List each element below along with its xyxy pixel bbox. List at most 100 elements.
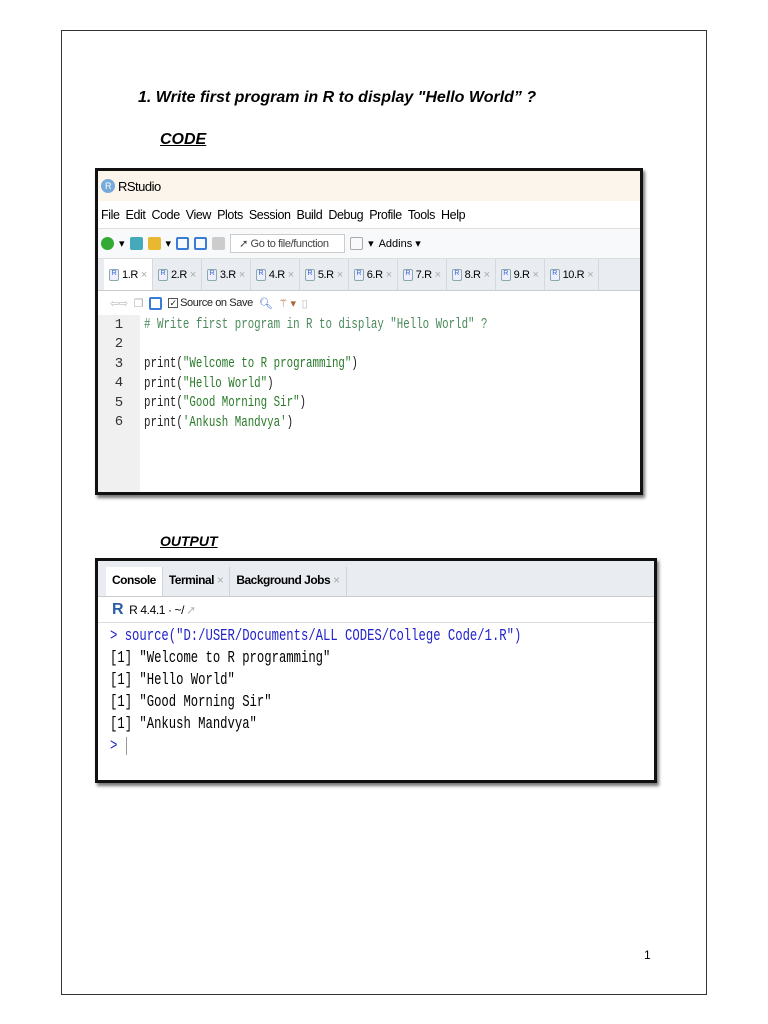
- search-icon[interactable]: 🔍︎: [259, 297, 273, 310]
- notebook-icon[interactable]: ▯: [302, 297, 308, 310]
- tab-5r[interactable]: R 5.R ×: [300, 259, 349, 290]
- addins-menu[interactable]: Addins ▾: [379, 237, 421, 250]
- line-number: 6: [98, 414, 140, 431]
- tab-label: 7.R: [415, 268, 432, 281]
- code-function: print(: [144, 355, 183, 373]
- grid-layout-icon[interactable]: [350, 237, 364, 250]
- tab-6r[interactable]: R 6.R ×: [349, 259, 398, 290]
- tab-9r[interactable]: R 9.R ×: [496, 259, 545, 290]
- console-output-line: [1] "Welcome to R programming": [110, 648, 331, 668]
- tab-3r[interactable]: R 3.R ×: [202, 259, 251, 290]
- close-icon[interactable]: ×: [288, 269, 294, 281]
- save-all-icon[interactable]: [194, 237, 208, 250]
- close-icon[interactable]: ×: [190, 269, 196, 281]
- r-logo-icon: R: [112, 600, 124, 618]
- editor-toolbar: ⇦⇨ ❐ ✓ Source on Save 🔍︎ ⚚ ▾ ▯: [98, 291, 640, 315]
- goto-placeholder: Go to file/function: [250, 238, 329, 250]
- show-in-window-icon[interactable]: ❐: [134, 297, 144, 310]
- tab-label: Background Jobs: [236, 573, 331, 587]
- r-file-icon: R: [157, 268, 168, 281]
- console-output-line: [1] "Good Morning Sir": [110, 692, 272, 712]
- tab-8r[interactable]: R 8.R ×: [447, 259, 496, 290]
- console-prompt[interactable]: >: [110, 737, 117, 756]
- code-editor[interactable]: 1 # Write first program in R to display "…: [98, 315, 640, 492]
- code-line: 2: [98, 335, 640, 355]
- menu-build[interactable]: Build: [297, 208, 323, 222]
- new-file-icon[interactable]: [101, 237, 114, 250]
- editor-tabs: R 1.R × R 2.R × R 3.R × R 4.R × R 5.R × R 6.R × R 7.R…: [98, 259, 640, 291]
- menu-profile[interactable]: Profile: [369, 208, 402, 222]
- dropdown-icon[interactable]: ▾: [166, 237, 172, 250]
- close-icon[interactable]: ×: [484, 269, 490, 281]
- code-line: 4 print("Hello World"): [98, 374, 640, 394]
- question-heading: 1. Write first program in R to display "…: [138, 89, 537, 106]
- code-string: "Welcome to R programming": [182, 355, 352, 373]
- console-tabs: Console Terminal × Background Jobs ×: [98, 561, 654, 597]
- new-project-icon[interactable]: [129, 237, 143, 250]
- console-output-line: [1] "Ankush Mandvya": [110, 714, 257, 734]
- tab-1r[interactable]: R 1.R ×: [104, 259, 153, 290]
- close-icon[interactable]: ×: [333, 573, 340, 587]
- r-version: R 4.4.1 · ~/: [129, 602, 185, 617]
- source-on-save-checkbox[interactable]: ✓ Source on Save: [168, 297, 253, 309]
- r-file-icon: R: [451, 268, 462, 281]
- console-command: > source("D:/USER/Documents/ALL CODES/Co…: [110, 626, 522, 646]
- r-version-bar: R R 4.4.1 · ~/➚: [98, 597, 654, 623]
- r-file-icon: R: [500, 268, 511, 281]
- close-icon[interactable]: ×: [386, 269, 392, 281]
- line-number: 3: [98, 355, 140, 372]
- tab-terminal[interactable]: Terminal ×: [163, 567, 231, 596]
- menu-session[interactable]: Session: [249, 208, 291, 222]
- close-icon[interactable]: ×: [533, 269, 539, 281]
- close-icon[interactable]: ×: [587, 269, 593, 281]
- code-string: "Hello World": [182, 374, 268, 392]
- rstudio-screenshot: R RStudio File Edit Code View Plots Sessi…: [95, 168, 643, 495]
- r-file-icon: R: [206, 268, 217, 281]
- close-icon[interactable]: ×: [141, 269, 147, 281]
- console-output[interactable]: > source("D:/USER/Documents/ALL CODES/Co…: [98, 623, 654, 757]
- r-file-icon: R: [255, 268, 266, 281]
- tab-label: 1.R: [122, 268, 138, 281]
- code-paren: ): [267, 374, 274, 392]
- code-function: print(: [144, 413, 183, 431]
- save-icon[interactable]: [176, 237, 190, 250]
- dropdown-icon[interactable]: ▾: [119, 237, 125, 250]
- menu-help[interactable]: Help: [441, 208, 466, 222]
- menu-code[interactable]: Code: [152, 208, 181, 222]
- menu-file[interactable]: File: [101, 208, 120, 222]
- line-number: 1: [98, 316, 140, 333]
- close-icon[interactable]: ×: [239, 269, 245, 281]
- print-icon[interactable]: [212, 237, 226, 250]
- code-label: CODE: [160, 131, 207, 148]
- goto-dir-icon[interactable]: ➚: [186, 603, 196, 617]
- code-line: 6 print('Ankush Mandvya'): [98, 413, 640, 433]
- magic-wand-icon[interactable]: ⚚ ▾: [278, 297, 296, 310]
- tab-2r[interactable]: R 2.R ×: [153, 259, 202, 290]
- back-forward-icon[interactable]: ⇦⇨: [110, 297, 128, 310]
- tab-label: 4.R: [268, 268, 285, 281]
- tab-4r[interactable]: R 4.R ×: [251, 259, 300, 290]
- menu-edit[interactable]: Edit: [126, 208, 146, 222]
- tab-10r[interactable]: R 10.R ×: [545, 259, 600, 290]
- menu-plots[interactable]: Plots: [217, 208, 243, 222]
- close-icon[interactable]: ×: [435, 269, 441, 281]
- code-string: 'Ankush Mandvya': [182, 413, 287, 431]
- menu-debug[interactable]: Debug: [328, 208, 363, 222]
- tab-7r[interactable]: R 7.R ×: [398, 259, 447, 290]
- save-icon[interactable]: [149, 296, 163, 310]
- tab-background-jobs[interactable]: Background Jobs ×: [230, 567, 347, 596]
- tab-label: 8.R: [464, 268, 481, 281]
- tab-console[interactable]: Console: [106, 567, 163, 596]
- menu-tools[interactable]: Tools: [408, 208, 436, 222]
- code-comment: # Write first program in R to display "H…: [144, 316, 488, 334]
- close-icon[interactable]: ×: [337, 269, 343, 281]
- cursor: [126, 737, 128, 755]
- open-file-icon[interactable]: [147, 237, 161, 250]
- tab-label: 10.R: [562, 268, 585, 281]
- goto-file-input[interactable]: ➚ Go to file/function: [230, 234, 346, 253]
- close-icon[interactable]: ×: [217, 573, 224, 587]
- main-toolbar: ▾ ▾ ➚ Go to file/function ▾ Addins ▾: [98, 229, 640, 259]
- r-file-icon: R: [549, 268, 560, 281]
- tab-label: Console: [112, 573, 156, 587]
- menu-view[interactable]: View: [186, 208, 212, 222]
